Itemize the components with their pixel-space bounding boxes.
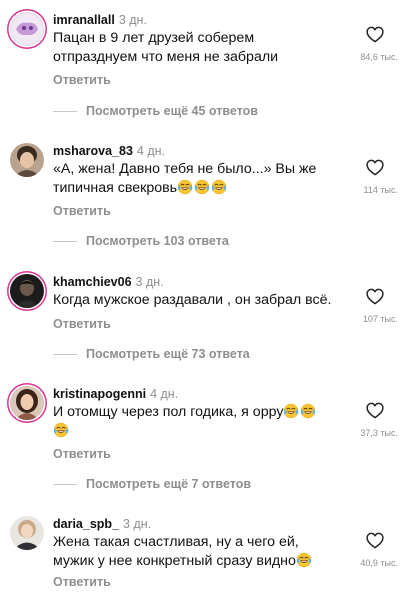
view-replies-label: Посмотреть ещё 73 ответа — [86, 347, 250, 361]
divider-line — [53, 240, 77, 242]
face-with-tears-of-joy-emoji — [53, 422, 69, 438]
comment-text: И отомщу через пол годика, я орру — [53, 403, 353, 441]
comment-item: khamchiev06 3 дн. Когда мужское раздавали… — [0, 274, 404, 364]
comment-text-content: Жена такая счастливая, ну а чего ей, муж… — [53, 534, 299, 569]
avatar[interactable] — [10, 386, 44, 420]
face-with-tears-of-joy-emoji — [283, 403, 299, 419]
heart-outline-icon[interactable] — [366, 402, 384, 419]
comment-text: Жена такая счастливая, ну а чего ей, муж… — [53, 533, 353, 571]
like-count: 84,6 тыс. — [360, 52, 398, 62]
like-count: 40,9 тыс. — [360, 558, 398, 568]
heart-outline-icon[interactable] — [366, 159, 384, 176]
face-with-tears-of-joy-emoji — [211, 179, 227, 195]
comment-text: Когда мужское раздавали , он забрал всё. — [53, 292, 332, 308]
divider-line — [53, 483, 77, 485]
view-replies-button[interactable]: Посмотреть 103 ответа — [53, 234, 229, 248]
like-count: 37,3 тыс. — [360, 428, 398, 438]
reply-button[interactable]: Ответить — [53, 447, 111, 461]
face-with-tears-of-joy-emoji — [177, 179, 193, 195]
face-with-tears-of-joy-emoji — [296, 552, 312, 568]
avatar[interactable] — [10, 12, 44, 46]
timestamp: 3 дн. — [118, 13, 147, 27]
like-count: 107 тыс. — [362, 314, 398, 324]
timestamp: 3 дн. — [123, 517, 152, 531]
view-replies-label: Посмотреть ещё 45 ответов — [86, 104, 258, 118]
comment-item: imranallall 3 дн. Пацан в 9 лет друзей со… — [0, 12, 404, 118]
comment-item: daria_spb_ 3 дн. Жена такая счастливая, н… — [0, 516, 404, 600]
like-count: 114 тыс. — [363, 185, 398, 195]
reply-button[interactable]: Ответить — [53, 204, 111, 218]
view-replies-label: Посмотреть 103 ответа — [86, 234, 229, 248]
comment-header: daria_spb_ 3 дн. — [53, 516, 151, 532]
heart-outline-icon[interactable] — [366, 532, 384, 549]
avatar[interactable] — [10, 274, 44, 308]
username[interactable]: kristinapogenni — [53, 387, 146, 401]
divider-line — [53, 110, 77, 112]
timestamp: 4 дн. — [136, 144, 166, 158]
view-replies-label: Посмотреть ещё 7 ответов — [86, 477, 252, 491]
comment-header: msharova_83 4 дн. — [53, 143, 165, 159]
comment-text: «А, жена! Давно тебя не было...» Вы же т… — [53, 160, 353, 198]
face-with-tears-of-joy-emoji — [194, 179, 210, 195]
comment-header: imranallall 3 дн. — [53, 12, 147, 28]
heart-outline-icon[interactable] — [366, 288, 384, 305]
username[interactable]: khamchiev06 — [53, 275, 132, 289]
reply-button[interactable]: Ответить — [53, 575, 111, 589]
avatar[interactable] — [10, 516, 44, 550]
comment-header: kristinapogenni 4 дн. — [53, 386, 178, 402]
comment-header: khamchiev06 3 дн. — [53, 274, 164, 290]
divider-line — [53, 353, 77, 355]
comment-text: Пацан в 9 лет друзей соберем отпразднуем… — [53, 30, 279, 65]
view-replies-button[interactable]: Посмотреть ещё 45 ответов — [53, 104, 258, 118]
comment-text-content: И отомщу через пол годика, я орру — [53, 404, 284, 420]
avatar[interactable] — [10, 143, 44, 177]
view-replies-button[interactable]: Посмотреть ещё 7 ответов — [53, 477, 251, 491]
view-replies-button[interactable]: Посмотреть ещё 73 ответа — [53, 347, 250, 361]
username[interactable]: imranallall — [53, 13, 115, 27]
timestamp: 4 дн. — [150, 387, 179, 401]
face-with-tears-of-joy-emoji — [300, 403, 316, 419]
timestamp: 3 дн. — [135, 275, 164, 289]
comment-item: msharova_83 4 дн. «А, жена! Давно тебя не… — [0, 143, 404, 253]
heart-outline-icon[interactable] — [366, 26, 384, 43]
reply-button[interactable]: Ответить — [53, 73, 111, 87]
comment-item: kristinapogenni 4 дн. И отомщу через пол … — [0, 386, 404, 496]
reply-button[interactable]: Ответить — [53, 317, 111, 331]
username[interactable]: msharova_83 — [53, 144, 133, 158]
username[interactable]: daria_spb_ — [53, 517, 119, 531]
